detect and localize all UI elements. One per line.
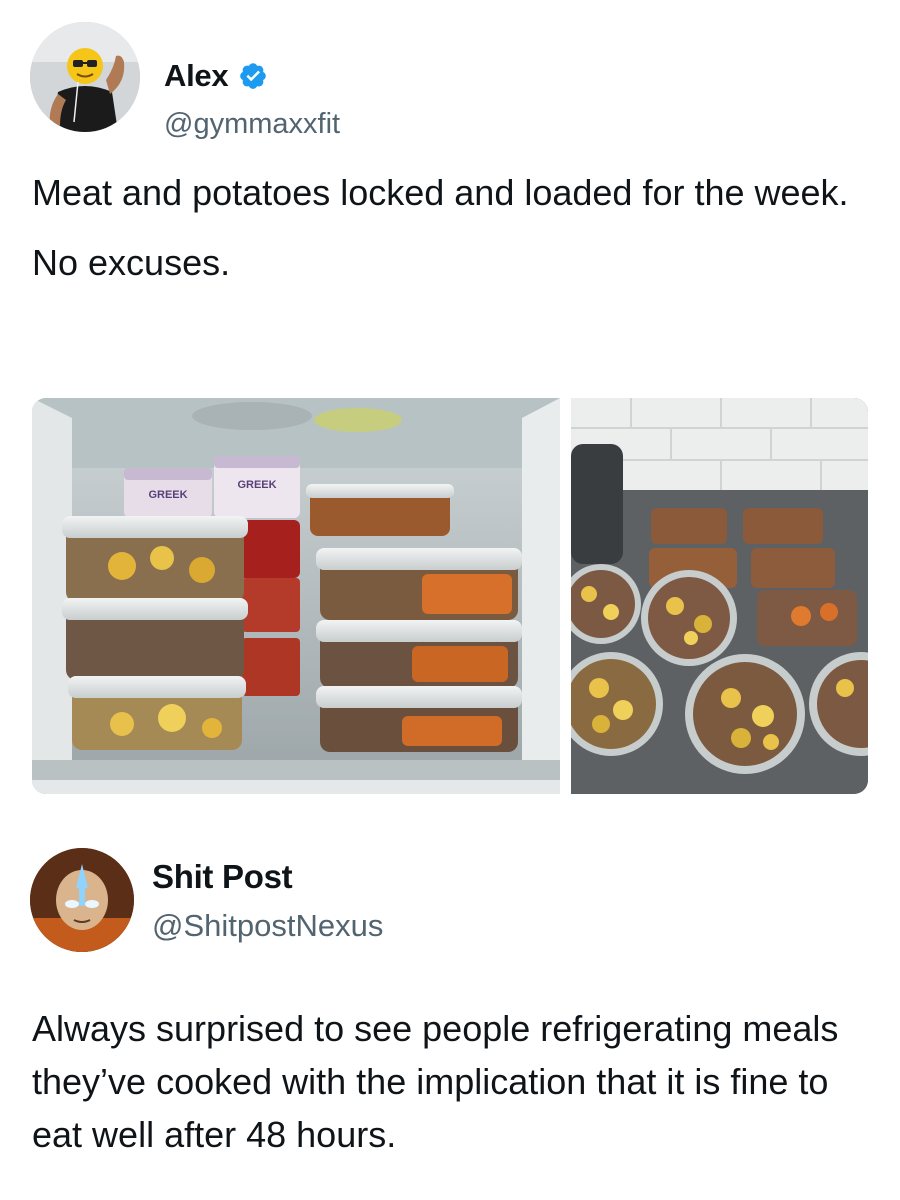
tweet-paragraph: Meat and potatoes locked and loaded for … <box>32 172 849 213</box>
tweet-header: Shit Post @ShitpostNexus <box>30 848 630 954</box>
avatar[interactable] <box>30 22 140 132</box>
tweet-text: Meat and potatoes locked and loaded for … <box>32 165 852 291</box>
verified-badge-icon <box>238 61 268 91</box>
tweet-image-fridge[interactable]: GREEK GREEK <box>32 398 560 794</box>
avatar[interactable] <box>30 848 134 952</box>
tweet-paragraph: No excuses. <box>32 242 231 283</box>
author-handle[interactable]: @ShitpostNexus <box>152 908 383 944</box>
author-handle[interactable]: @gymmaxxfit <box>164 108 340 141</box>
author-name[interactable]: Shit Post <box>152 858 293 896</box>
tweet-text: Always surprised to see people refrigera… <box>32 1008 839 1155</box>
yogurt-label: GREEK <box>148 489 187 501</box>
name-row: Alex <box>164 58 268 94</box>
screenshot: Alex @gymmaxxfit Meat and potatoes locke… <box>0 0 900 1200</box>
yogurt-label: GREEK <box>237 479 276 491</box>
tweet-image-counter[interactable] <box>571 398 868 794</box>
author-name[interactable]: Alex <box>164 58 229 94</box>
tweet-header: Alex @gymmaxxfit <box>30 22 630 140</box>
